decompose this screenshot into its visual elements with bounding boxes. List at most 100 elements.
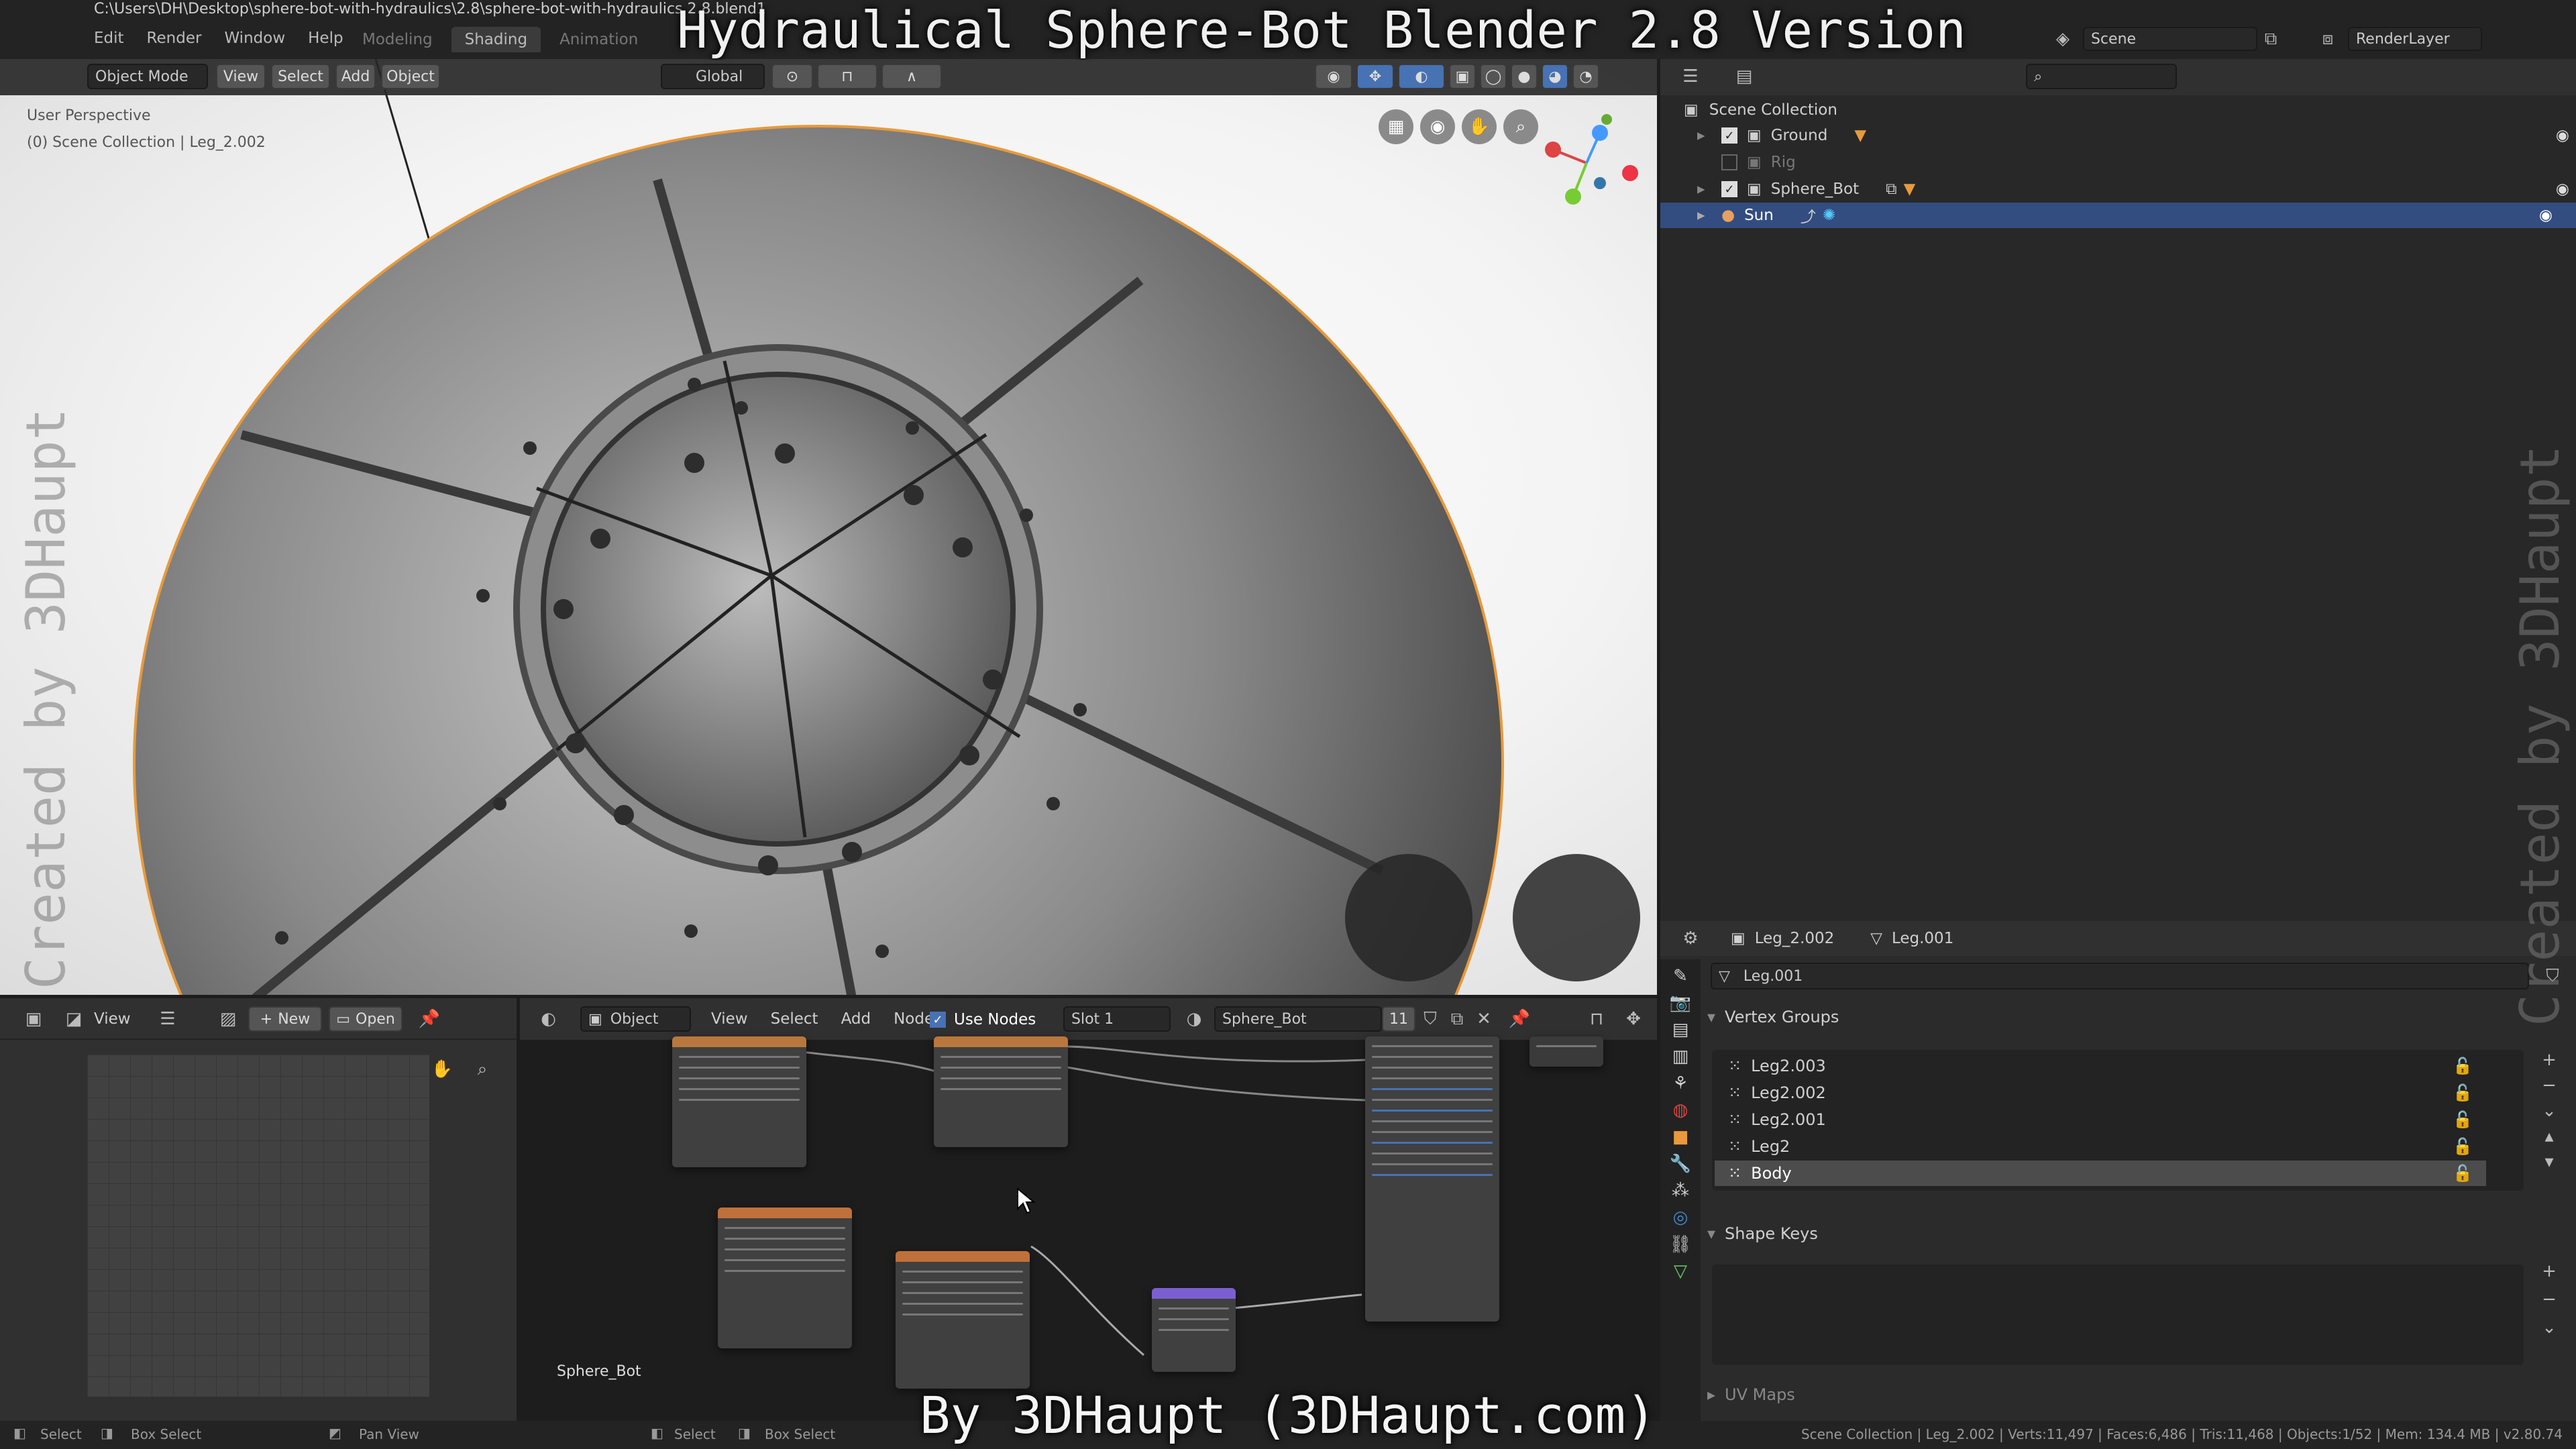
move-down-icon[interactable]: ▾	[2544, 1152, 2553, 1172]
new-image-button[interactable]: + New	[248, 1006, 322, 1032]
lock-icon[interactable]: 🔓	[2453, 1057, 2473, 1075]
vertex-group-item[interactable]: ⁙ Leg2 🔓	[1715, 1134, 2486, 1159]
remove-vertex-group-icon[interactable]: −	[2542, 1075, 2557, 1095]
expand-arrow-icon[interactable]: ▸	[1697, 180, 1721, 198]
principled-bsdf-node[interactable]	[1365, 1036, 1499, 1322]
add-vertex-group-icon[interactable]: +	[2542, 1050, 2557, 1070]
snap-icon[interactable]: ⊓	[817, 64, 877, 89]
vertex-group-item[interactable]: ⁙ Leg2.003 🔓	[1715, 1053, 2486, 1079]
properties-editor-icon[interactable]: ⚙	[1670, 926, 1711, 951]
outliner-item-sun[interactable]: ▸ ● Sun ⤴ ✺ ◉	[1660, 203, 2576, 228]
backdrop-icon[interactable]: ✥	[1617, 1006, 1650, 1032]
visibility-eye-icon[interactable]: ◉	[2539, 207, 2553, 224]
render-tab-icon[interactable]: 📷	[1670, 993, 1691, 1013]
fake-user-icon[interactable]: ⛉	[1417, 1006, 1444, 1032]
snap-icon[interactable]: ⊓	[1583, 1006, 1610, 1032]
normal-map-node[interactable]	[1152, 1288, 1236, 1372]
visibility-eye-icon[interactable]: ◉	[2556, 180, 2569, 198]
vertex-group-item-active[interactable]: ⁙ Body 🔓	[1715, 1161, 2486, 1186]
visibility-eye-icon[interactable]: ◉	[2556, 127, 2569, 144]
outliner-item-rig[interactable]: ▣ Rig	[1697, 150, 2569, 175]
image-view-mode-icon[interactable]: ◪	[64, 1006, 84, 1032]
outliner-item-sphere-bot[interactable]: ▸ ✓ ▣ Sphere_Bot ⧉ ▼ ◉	[1697, 176, 2569, 202]
image-menu-view[interactable]: View	[94, 1010, 131, 1028]
expand-arrow-icon[interactable]: ▸	[1697, 127, 1721, 144]
specials-menu-icon[interactable]: ⌄	[2542, 1101, 2557, 1121]
particles-tab-icon[interactable]: ⁂	[1672, 1181, 1689, 1201]
lock-icon[interactable]: 🔓	[2453, 1110, 2473, 1129]
vertex-groups-header[interactable]: ▾ Vertex Groups	[1707, 1008, 1839, 1026]
overlays-icon[interactable]: ◐	[1398, 64, 1445, 89]
move-up-icon[interactable]: ▴	[2544, 1126, 2553, 1146]
checkbox-rig[interactable]	[1721, 154, 1737, 170]
open-image-button[interactable]: ▭ Open	[329, 1006, 402, 1032]
node-menu-node[interactable]: Node	[894, 1010, 934, 1028]
material-browse-icon[interactable]: ◑	[1177, 1006, 1211, 1032]
unlink-icon[interactable]: ✕	[1470, 1006, 1497, 1032]
display-mode-icon[interactable]: ▤	[1724, 64, 1764, 89]
wireframe-shading-icon[interactable]: ◯	[1480, 64, 1507, 89]
solid-shading-icon[interactable]: ●	[1511, 64, 1538, 89]
viewport-menu-select[interactable]: Select	[271, 64, 330, 89]
breadcrumb-object[interactable]: Leg_2.002	[1755, 930, 1835, 947]
specials-menu-icon[interactable]: ⌄	[2542, 1318, 2557, 1338]
lock-icon[interactable]: 🔓	[2453, 1083, 2473, 1102]
world-tab-icon[interactable]: ◍	[1673, 1100, 1688, 1120]
pan-hand-icon[interactable]: ✋	[1462, 109, 1497, 144]
gizmo-toggle-icon[interactable]: ✥	[1356, 64, 1394, 89]
outliner-editor-icon[interactable]: ☰	[1670, 64, 1711, 89]
material-output-node[interactable]	[1529, 1036, 1603, 1067]
breadcrumb-mesh[interactable]: Leg.001	[1892, 930, 1953, 947]
scene-tab-icon[interactable]: ⚘	[1672, 1073, 1688, 1093]
checkbox-ground[interactable]: ✓	[1721, 127, 1737, 144]
node-menu-view[interactable]: View	[711, 1010, 748, 1028]
image-texture-node[interactable]	[718, 1208, 852, 1348]
outliner-item-ground[interactable]: ▸ ✓ ▣ Ground ▼ ◉	[1697, 123, 2569, 148]
outliner-search-input[interactable]: ⌕	[2026, 64, 2177, 89]
slot-selector[interactable]: Slot 1	[1063, 1006, 1171, 1032]
shape-keys-header[interactable]: ▾ Shape Keys	[1707, 1224, 1818, 1243]
node-menu-add[interactable]: Add	[841, 1010, 871, 1028]
proportional-edit-icon[interactable]: ∧	[881, 64, 942, 89]
duplicate-icon[interactable]: ⧉	[1444, 1006, 1470, 1032]
visibility-icon[interactable]: ◉	[1315, 64, 1352, 89]
output-tab-icon[interactable]: ▤	[1672, 1020, 1689, 1040]
remove-shape-key-icon[interactable]: −	[2542, 1289, 2557, 1309]
xray-icon[interactable]: ▣	[1449, 64, 1476, 89]
vertex-group-item[interactable]: ⁙ Leg2.002 🔓	[1715, 1080, 2486, 1106]
physics-tab-icon[interactable]: ◎	[1673, 1208, 1688, 1228]
node-menu-select[interactable]: Select	[771, 1010, 818, 1028]
pin-icon[interactable]: 📌	[1506, 1006, 1533, 1032]
tool-tab-icon[interactable]: ✎	[1673, 966, 1688, 986]
expand-arrow-icon[interactable]: ▸	[1697, 207, 1721, 224]
object-tab-icon[interactable]: ■	[1672, 1127, 1689, 1147]
constraints-tab-icon[interactable]: ⛓	[1669, 1234, 1691, 1254]
modifier-tab-icon[interactable]: 🔧	[1670, 1154, 1691, 1174]
viewport-menu-object[interactable]: Object	[381, 64, 440, 89]
material-name-field[interactable]: Sphere_Bot	[1214, 1006, 1382, 1032]
image-texture-node[interactable]	[934, 1036, 1068, 1147]
viewport-menu-view[interactable]: View	[216, 64, 266, 89]
pin-icon[interactable]: 📌	[416, 1006, 443, 1032]
vertex-group-item[interactable]: ⁙ Leg2.001 🔓	[1715, 1107, 2486, 1132]
object-mode-selector[interactable]: Object Mode	[87, 64, 208, 89]
use-nodes-toggle[interactable]: ✓ Use Nodes	[930, 1008, 1036, 1032]
mesh-data-field[interactable]: ▽ Leg.001	[1711, 963, 2529, 989]
material-users-count[interactable]: 11	[1382, 1006, 1415, 1032]
node-editor-type-icon[interactable]: ◐	[530, 1006, 567, 1032]
outliner-root[interactable]: ▣ Scene Collection	[1684, 97, 1837, 123]
grid-view-icon[interactable]: ▦	[1379, 109, 1413, 144]
add-shape-key-icon[interactable]: +	[2542, 1261, 2557, 1281]
menu-icon[interactable]: ☰	[154, 1006, 181, 1032]
image-texture-node[interactable]	[672, 1036, 806, 1167]
lock-icon[interactable]: 🔓	[2453, 1137, 2473, 1156]
camera-view-icon[interactable]: ◉	[1420, 109, 1455, 144]
checkbox-sphere-bot[interactable]: ✓	[1721, 181, 1737, 197]
view-layer-tab-icon[interactable]: ▥	[1672, 1046, 1689, 1067]
material-shading-icon[interactable]: ◕	[1542, 64, 1568, 89]
pan-hand-icon[interactable]: ✋	[426, 1053, 458, 1085]
transform-orientation-selector[interactable]: Global	[661, 64, 765, 89]
lock-icon[interactable]: 🔓	[2453, 1164, 2473, 1183]
image-texture-node[interactable]	[896, 1251, 1030, 1389]
data-tab-icon[interactable]: ▽	[1674, 1261, 1687, 1281]
